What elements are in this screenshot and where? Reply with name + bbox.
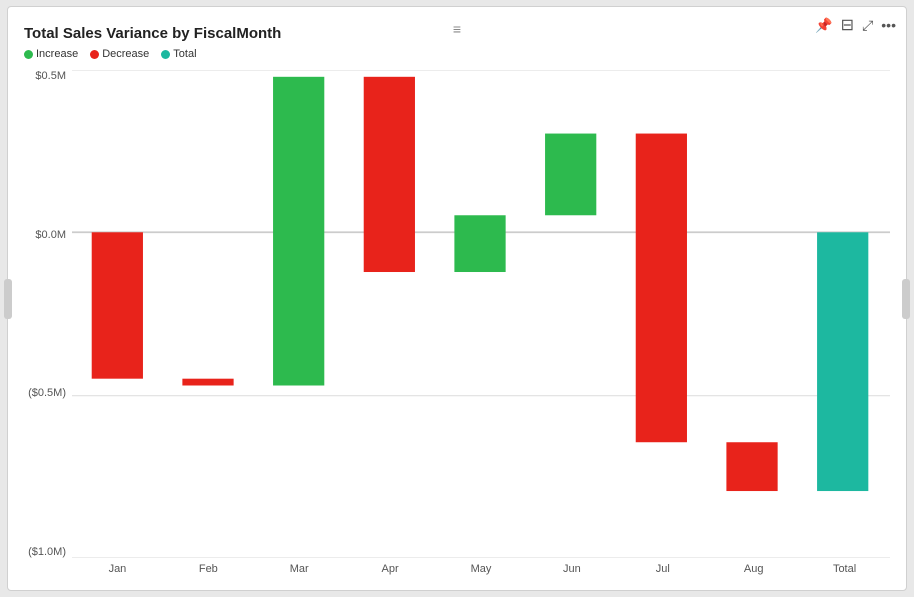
drag-handle[interactable]: ≡ bbox=[453, 21, 461, 37]
x-label-total: Total bbox=[799, 558, 890, 580]
x-label-mar: Mar bbox=[254, 558, 345, 580]
legend-item-decrease: Decrease bbox=[90, 48, 149, 60]
bar-may bbox=[454, 215, 505, 272]
x-label-jul: Jul bbox=[617, 558, 708, 580]
legend-item-total: Total bbox=[161, 48, 196, 60]
x-label-jun: Jun bbox=[526, 558, 617, 580]
expand-icon[interactable]: ⤢ bbox=[862, 17, 873, 34]
chart-area: $0.5M $0.0M ($0.5M) ($1.0M) bbox=[24, 66, 890, 580]
filter-icon[interactable]: ⊟ bbox=[841, 15, 854, 35]
card-toolbar: 📌 ⊟ ⤢ ••• bbox=[815, 15, 896, 35]
chart-card: ≡ 📌 ⊟ ⤢ ••• Total Sales Variance by Fisc… bbox=[7, 6, 907, 591]
legend-label-increase: Increase bbox=[36, 48, 78, 60]
bar-total bbox=[817, 232, 868, 491]
bar-jun bbox=[545, 134, 596, 216]
bar-apr bbox=[364, 77, 415, 272]
y-label-0m: $0.0M bbox=[35, 229, 66, 241]
x-label-may: May bbox=[436, 558, 527, 580]
legend-label-decrease: Decrease bbox=[102, 48, 149, 60]
legend-dot-increase bbox=[24, 50, 33, 59]
x-axis: Jan Feb Mar Apr May Jun Jul Aug Total bbox=[72, 558, 890, 580]
x-label-aug: Aug bbox=[708, 558, 799, 580]
y-label-neg05m: ($0.5M) bbox=[28, 387, 66, 399]
legend-dot-decrease bbox=[90, 50, 99, 59]
bar-feb bbox=[182, 379, 233, 386]
x-label-jan: Jan bbox=[72, 558, 163, 580]
chart-legend: Increase Decrease Total bbox=[24, 48, 890, 60]
legend-item-increase: Increase bbox=[24, 48, 78, 60]
legend-dot-total bbox=[161, 50, 170, 59]
bar-mar bbox=[273, 77, 324, 386]
chart-inner: Jan Feb Mar Apr May Jun Jul Aug Total bbox=[72, 66, 890, 580]
x-label-apr: Apr bbox=[345, 558, 436, 580]
y-label-neg1m: ($1.0M) bbox=[28, 546, 66, 558]
more-icon[interactable]: ••• bbox=[881, 17, 896, 33]
x-label-feb: Feb bbox=[163, 558, 254, 580]
y-label-05m: $0.5M bbox=[35, 70, 66, 82]
resize-handle-left[interactable] bbox=[4, 279, 12, 319]
pin-icon[interactable]: 📌 bbox=[815, 17, 832, 34]
y-axis: $0.5M $0.0M ($0.5M) ($1.0M) bbox=[24, 66, 72, 580]
chart-svg bbox=[72, 70, 890, 558]
resize-handle-right[interactable] bbox=[902, 279, 910, 319]
bar-aug bbox=[726, 442, 777, 491]
bar-jan bbox=[92, 232, 143, 378]
legend-label-total: Total bbox=[173, 48, 196, 60]
bar-jul bbox=[636, 134, 687, 443]
